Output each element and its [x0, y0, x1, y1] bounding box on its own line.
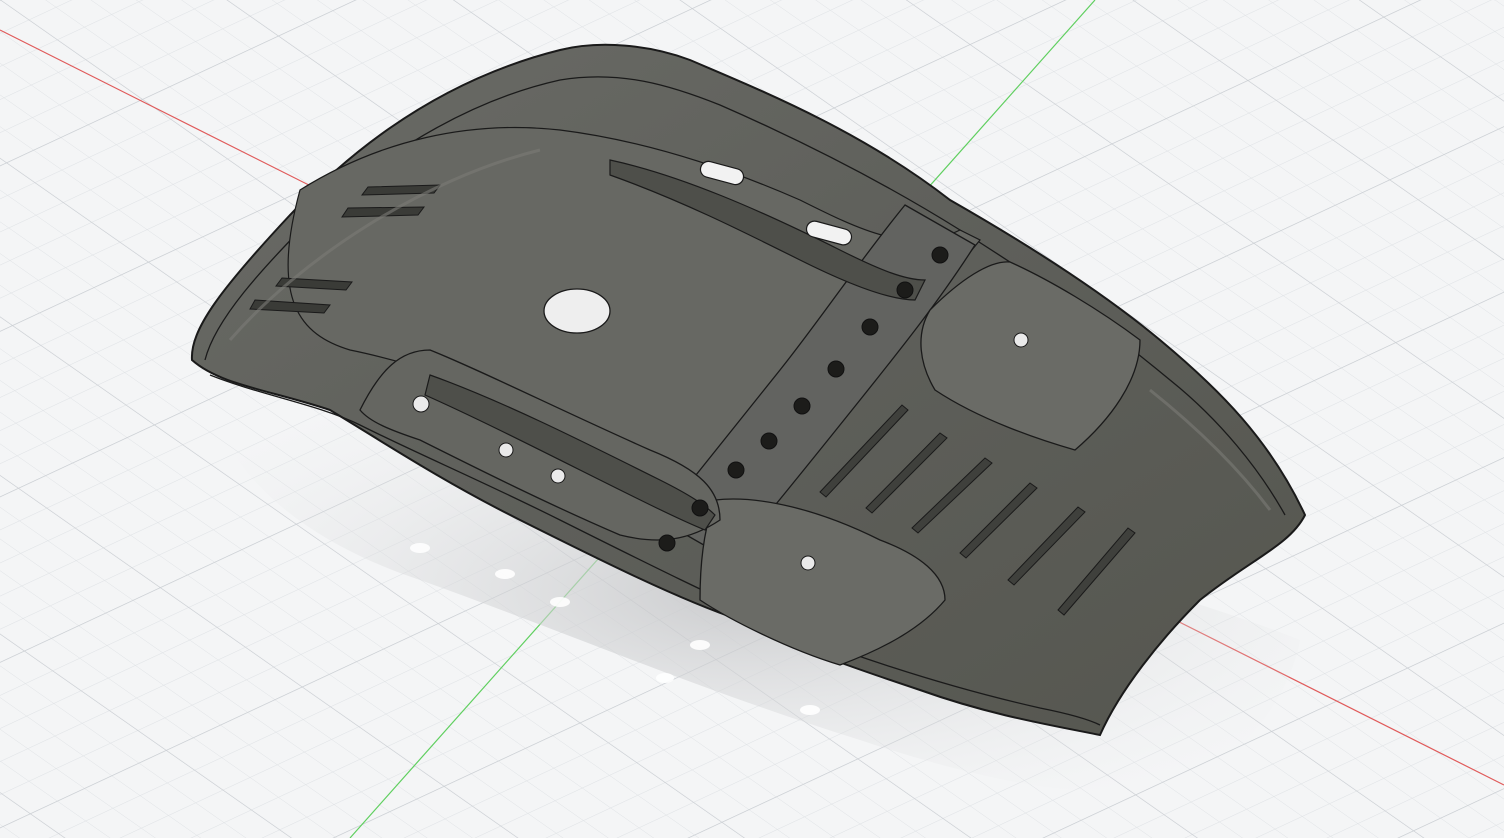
- model-center-hole: [543, 288, 611, 334]
- 3d-viewport[interactable]: [0, 0, 1504, 838]
